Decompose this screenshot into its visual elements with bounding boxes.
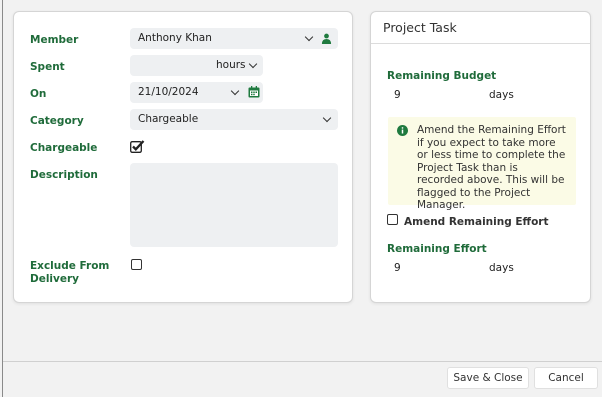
save-close-button[interactable]: Save & Close xyxy=(447,367,529,389)
description-textarea[interactable] xyxy=(130,163,338,247)
exclude-from-delivery-label: Exclude From Delivery xyxy=(30,260,110,285)
footer-divider xyxy=(3,361,602,362)
remaining-budget-label: Remaining Budget xyxy=(387,70,497,82)
chargeable-label: Chargeable xyxy=(30,142,98,154)
chevron-down-icon[interactable] xyxy=(248,59,258,69)
spent-input[interactable]: hours xyxy=(130,55,263,76)
time-entry-form: Member Anthony Khan Spent hours On 21/10… xyxy=(13,11,353,303)
date-value: 21/10/2024 xyxy=(138,86,199,98)
chevron-down-icon xyxy=(322,113,332,123)
info-message-text: Amend the Remaining Effort if you expect… xyxy=(417,124,566,211)
spent-unit: hours xyxy=(216,59,246,71)
chevron-down-icon xyxy=(304,32,314,42)
category-value: Chargeable xyxy=(138,113,199,125)
remaining-effort-unit: days xyxy=(489,262,514,274)
exclude-from-delivery-checkbox[interactable] xyxy=(131,259,142,270)
member-value: Anthony Khan xyxy=(138,32,212,44)
date-input[interactable]: 21/10/2024 xyxy=(130,82,263,103)
info-message-box: Amend the Remaining Effort if you expect… xyxy=(388,117,576,211)
remaining-effort-value[interactable]: 9 xyxy=(394,262,401,274)
remaining-effort-label: Remaining Effort xyxy=(387,243,487,255)
amend-remaining-effort-checkbox[interactable] xyxy=(387,214,398,225)
category-label: Category xyxy=(30,115,84,127)
cancel-button[interactable]: Cancel xyxy=(534,367,598,389)
remaining-budget-unit: days xyxy=(489,89,514,101)
remaining-budget-value: 9 xyxy=(394,89,401,101)
category-select[interactable]: Chargeable xyxy=(130,109,338,130)
description-label: Description xyxy=(30,169,98,181)
amend-remaining-effort-label[interactable]: Amend Remaining Effort xyxy=(404,216,548,228)
info-icon xyxy=(397,125,408,136)
spent-label: Spent xyxy=(30,61,65,73)
chevron-down-icon[interactable] xyxy=(230,86,240,96)
calendar-icon[interactable] xyxy=(248,86,260,98)
project-task-title: Project Task xyxy=(371,12,590,44)
on-label: On xyxy=(30,88,47,100)
member-label: Member xyxy=(30,34,79,46)
member-select[interactable]: Anthony Khan xyxy=(130,28,338,49)
window-left-border xyxy=(2,0,3,397)
chargeable-checkbox[interactable] xyxy=(130,139,145,153)
user-icon[interactable] xyxy=(321,33,332,44)
project-task-panel: Project Task Remaining Budget 9 days Ame… xyxy=(370,11,591,303)
